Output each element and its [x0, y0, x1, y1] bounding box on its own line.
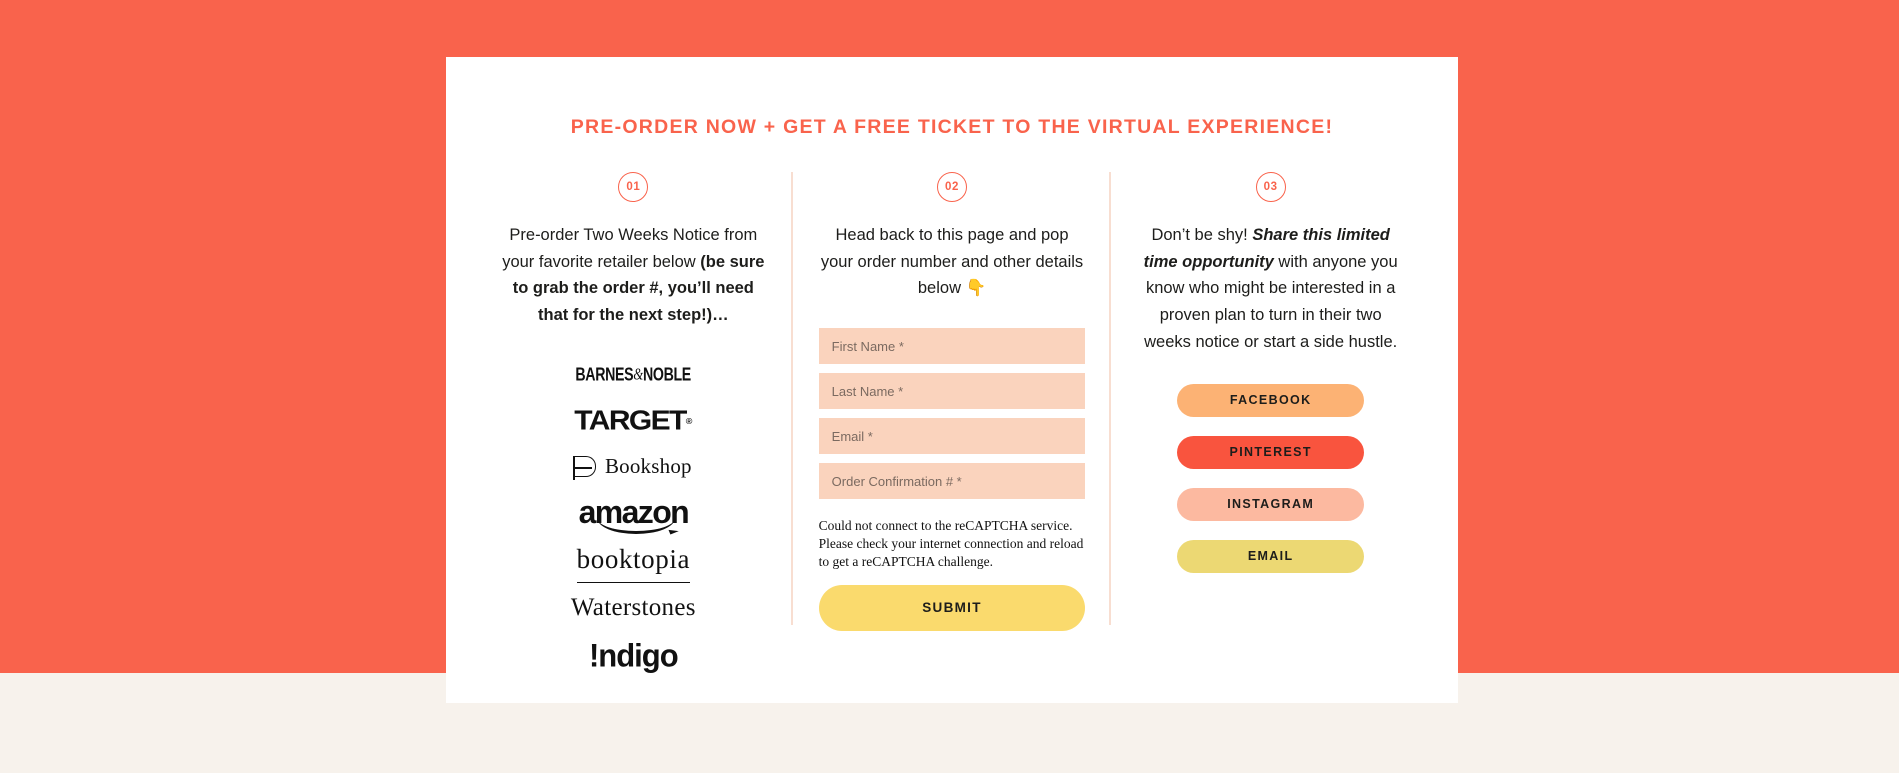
retailer-logo-indigo[interactable]: !ndigo	[588, 632, 679, 680]
step-column-01: 01 Pre-order Two Weeks Notice from your …	[474, 172, 793, 679]
share-button-email[interactable]: EMAIL	[1177, 539, 1365, 573]
share-button-list: FACEBOOK PINTEREST INSTAGRAM EMAIL	[1137, 383, 1404, 573]
steps-container: 01 Pre-order Two Weeks Notice from your …	[446, 172, 1458, 679]
step-number-badge-01: 01	[618, 172, 649, 202]
barnes-noble-text-a: BARNES	[575, 364, 634, 385]
step-column-02: 02 Head back to this page and pop your o…	[793, 172, 1112, 679]
page-title: PRE-ORDER NOW + GET A FREE TICKET TO THE…	[570, 116, 1334, 138]
booktopia-text: booktopia	[576, 544, 691, 575]
bookshop-text: Bookshop	[604, 454, 692, 479]
bookshop-b-mark-icon	[573, 455, 596, 481]
ampersand-icon: &	[633, 365, 644, 384]
retailer-logo-barnes-and-noble[interactable]: BARNES & NOBLE	[576, 350, 692, 399]
share-button-pinterest[interactable]: PINTEREST	[1177, 435, 1365, 469]
waterstones-text: Waterstones	[570, 593, 696, 621]
indigo-text: !ndigo	[588, 636, 679, 674]
step-description-02: Head back to this page and pop your orde…	[820, 226, 1084, 298]
target-text: TARGET	[574, 405, 687, 436]
registered-mark-icon: ®	[685, 416, 693, 426]
retailer-logo-waterstones[interactable]: Waterstones	[571, 583, 696, 633]
retailer-logo-amazon[interactable]: amazon	[579, 489, 690, 537]
step-number-badge-03: 03	[1255, 172, 1286, 202]
submit-button[interactable]: SUBMIT	[818, 584, 1086, 631]
step-description-01: Pre-order Two Weeks Notice from your fav…	[500, 222, 767, 329]
email-input[interactable]	[818, 418, 1086, 455]
order-confirmation-input[interactable]	[818, 463, 1086, 500]
recaptcha-error-message: Could not connect to the reCAPTCHA servi…	[818, 518, 1084, 569]
barnes-noble-text-b: NOBLE	[643, 364, 692, 385]
share-button-facebook[interactable]: FACEBOOK	[1177, 383, 1365, 417]
step-description-03: Don’t be shy! Share this limited time op…	[1137, 222, 1404, 356]
preorder-card: PRE-ORDER NOW + GET A FREE TICKET TO THE…	[446, 57, 1458, 703]
step-description-03-plain-1: Don’t be shy!	[1151, 226, 1253, 244]
preorder-form: Could not connect to the reCAPTCHA servi…	[818, 328, 1086, 631]
last-name-input[interactable]	[818, 373, 1086, 410]
step-number-badge-02: 02	[937, 172, 967, 202]
retailer-logo-target[interactable]: TARGET ®	[574, 399, 692, 443]
step-column-03: 03 Don’t be shy! Share this limited time…	[1111, 172, 1430, 679]
retailer-logo-list: BARNES & NOBLE TARGET ® Bookshop amazon boo…	[500, 353, 767, 679]
first-name-input[interactable]	[818, 328, 1086, 365]
retailer-logo-booktopia[interactable]: booktopia	[576, 537, 691, 583]
share-button-instagram[interactable]: INSTAGRAM	[1177, 487, 1365, 521]
amazon-smile-icon	[597, 518, 676, 534]
retailer-logo-bookshop[interactable]: Bookshop	[573, 445, 692, 489]
